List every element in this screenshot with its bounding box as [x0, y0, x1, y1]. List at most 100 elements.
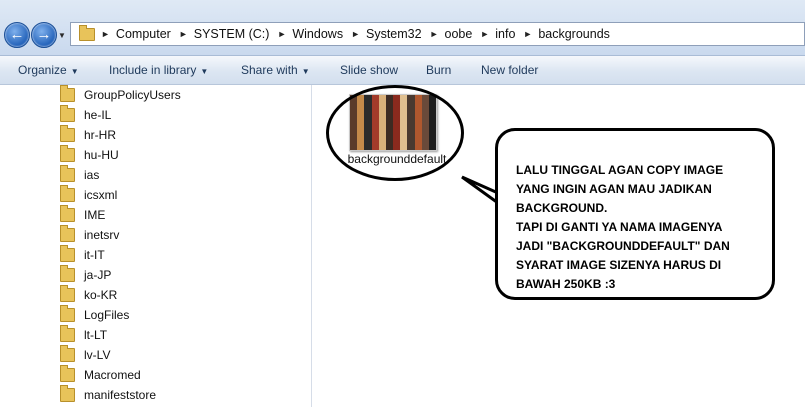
chevron-right-icon[interactable]: ►: [179, 29, 188, 39]
nav-folder-item[interactable]: manifeststore: [60, 385, 156, 405]
breadcrumb-label: System32: [366, 27, 422, 41]
chevron-right-icon[interactable]: ►: [430, 29, 439, 39]
annotation-line: LALU TINGGAL AGAN COPY IMAGE: [516, 163, 724, 177]
navigation-pane[interactable]: GroupPolicyUsers he-IL hr-HR hu-HU ias i…: [0, 85, 312, 407]
folder-icon: [60, 225, 75, 242]
nav-folder-label: lv-LV: [84, 348, 111, 362]
nav-folder-label: ko-KR: [84, 288, 118, 302]
recent-pages-dropdown[interactable]: ▼: [58, 31, 66, 40]
forward-button[interactable]: →: [31, 22, 57, 48]
address-bar: ← → ▼ ► Computer ► SYSTEM (C:) ► Windows ► …: [0, 0, 805, 56]
breadcrumb-label: Windows: [292, 27, 344, 41]
breadcrumb-separator[interactable]: ►: [101, 29, 116, 39]
arrow-left-icon: ←: [9, 26, 25, 43]
nav-folder-item[interactable]: GroupPolicyUsers: [60, 85, 181, 105]
folder-icon: [60, 365, 75, 382]
chevron-down-icon: ▼: [200, 67, 209, 76]
chevron-right-icon[interactable]: ►: [101, 29, 110, 39]
nav-folder-item[interactable]: icsxml: [60, 185, 117, 205]
nav-folder-item[interactable]: he-IL: [60, 105, 111, 125]
file-list-area[interactable]: backgrounddefault LALU TINGGAL AGAN COPY…: [312, 85, 805, 407]
folder-icon: [79, 24, 95, 41]
command-bar: Organize ▼ Include in library ▼ Share with…: [0, 56, 805, 85]
breadcrumb-backgrounds[interactable]: backgrounds: [538, 27, 610, 41]
folder-icon: [60, 165, 75, 182]
folder-icon: [60, 305, 75, 322]
highlight-ellipse: [326, 85, 464, 181]
folder-icon: [60, 345, 75, 362]
folder-icon: [60, 85, 75, 102]
breadcrumb-oobe[interactable]: oobe ►: [445, 27, 496, 41]
annotation-line: YANG INGIN AGAN MAU JADIKAN: [516, 182, 712, 196]
folder-icon: [60, 265, 75, 282]
folder-icon: [60, 125, 75, 142]
annotation-line: BACKGROUND.: [516, 201, 608, 215]
include-in-library-label: Include in library: [109, 63, 197, 77]
share-with-label: Share with: [241, 63, 298, 77]
nav-folder-label: it-IT: [84, 248, 105, 262]
chevron-right-icon[interactable]: ►: [480, 29, 489, 39]
annotation-line: BAWAH 250KB :3: [516, 277, 616, 291]
nav-folder-item[interactable]: lv-LV: [60, 345, 110, 365]
nav-folder-item[interactable]: hu-HU: [60, 145, 119, 165]
burn-button[interactable]: Burn: [426, 63, 451, 77]
include-in-library-button[interactable]: Include in library ▼: [109, 63, 208, 77]
chevron-right-icon[interactable]: ►: [277, 29, 286, 39]
new-folder-button[interactable]: New folder: [481, 63, 538, 77]
folder-icon: [60, 245, 75, 262]
breadcrumb-computer[interactable]: Computer ►: [116, 27, 194, 41]
folder-icon: [60, 105, 75, 122]
annotation-line: TAPI DI GANTI YA NAMA IMAGENYA: [516, 220, 723, 234]
chevron-right-icon[interactable]: ►: [523, 29, 532, 39]
folder-icon: [60, 145, 75, 162]
nav-folder-item[interactable]: LogFiles: [60, 305, 129, 325]
nav-folder-label: ias: [84, 168, 100, 182]
nav-folder-item[interactable]: IME: [60, 205, 105, 225]
nav-folder-label: ja-JP: [84, 268, 112, 282]
chevron-down-icon: ▼: [70, 67, 79, 76]
breadcrumb-windows[interactable]: Windows ►: [292, 27, 366, 41]
nav-folder-label: LogFiles: [84, 308, 130, 322]
folder-icon: [60, 385, 75, 402]
share-with-button[interactable]: Share with ▼: [241, 63, 310, 77]
nav-folder-label: IME: [84, 208, 106, 222]
nav-folder-label: hu-HU: [84, 148, 119, 162]
callout-tail: [461, 175, 500, 205]
nav-folder-item[interactable]: lt-LT: [60, 325, 107, 345]
organize-label: Organize: [18, 63, 67, 77]
annotation-line: SYARAT IMAGE SIZENYA HARUS DI: [516, 258, 722, 272]
nav-folder-item[interactable]: hr-HR: [60, 125, 116, 145]
nav-folder-label: lt-LT: [84, 328, 108, 342]
nav-folder-item[interactable]: it-IT: [60, 245, 105, 265]
folder-icon: [60, 185, 75, 202]
annotation-line: JADI "BACKGROUNDDEFAULT" DAN: [516, 239, 730, 253]
nav-folder-label: GroupPolicyUsers: [84, 88, 181, 102]
nav-folder-item[interactable]: Macromed: [60, 365, 141, 385]
nav-folder-label: he-IL: [84, 108, 112, 122]
folder-icon: [60, 325, 75, 342]
slide-show-button[interactable]: Slide show: [340, 63, 398, 77]
nav-folder-label: Macromed: [84, 368, 141, 382]
breadcrumb-system-c[interactable]: SYSTEM (C:) ►: [194, 27, 293, 41]
breadcrumb[interactable]: ► Computer ► SYSTEM (C:) ► Windows ► System…: [70, 22, 805, 46]
back-button[interactable]: ←: [4, 22, 30, 48]
chevron-right-icon[interactable]: ►: [351, 29, 360, 39]
nav-folder-label: inetsrv: [84, 228, 120, 242]
annotation-callout: LALU TINGGAL AGAN COPY IMAGE YANG INGIN …: [495, 128, 775, 300]
organize-button[interactable]: Organize ▼: [18, 63, 79, 77]
nav-folder-item[interactable]: ias: [60, 165, 99, 185]
breadcrumb-label: backgrounds: [538, 27, 610, 41]
nav-folder-item[interactable]: inetsrv: [60, 225, 119, 245]
folder-icon: [60, 205, 75, 222]
nav-folder-item[interactable]: ja-JP: [60, 265, 111, 285]
nav-folder-item[interactable]: ko-KR: [60, 285, 117, 305]
breadcrumb-system32[interactable]: System32 ►: [366, 27, 445, 41]
breadcrumb-label: Computer: [115, 27, 171, 41]
nav-folder-label: icsxml: [84, 188, 118, 202]
nav-folder-label: manifeststore: [84, 388, 157, 402]
chevron-down-icon: ▼: [301, 67, 310, 76]
breadcrumb-label: info: [495, 27, 516, 41]
nav-folder-label: hr-HR: [84, 128, 116, 142]
breadcrumb-info[interactable]: info ►: [495, 27, 538, 41]
arrow-right-icon: →: [36, 26, 52, 43]
